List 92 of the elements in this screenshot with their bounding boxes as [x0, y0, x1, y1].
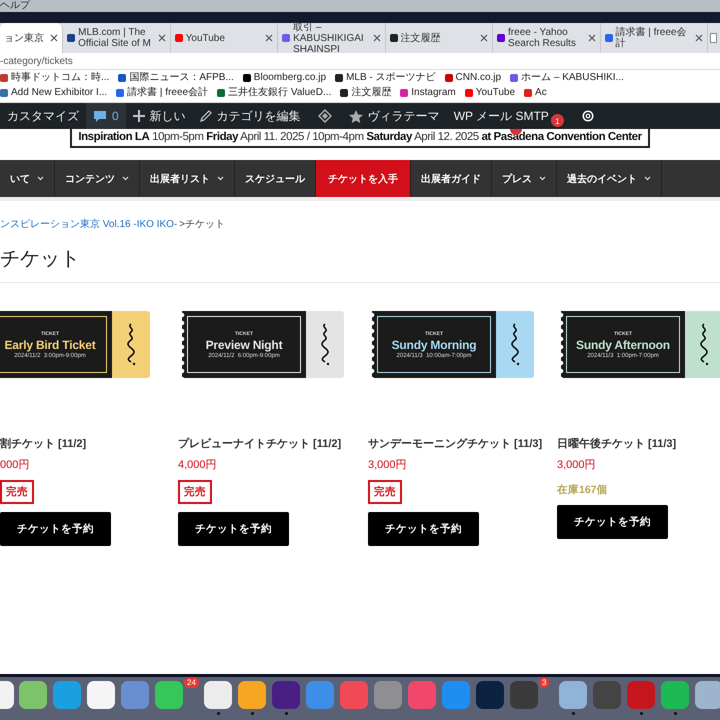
close-icon[interactable] — [694, 34, 703, 42]
ticket-title: Sundy Afternoon — [576, 338, 670, 352]
comment-bubble-icon — [93, 110, 107, 122]
bookmark-link[interactable]: Bloomberg.co.jp — [242, 71, 326, 85]
bookmark-link[interactable]: YouTube — [464, 86, 516, 100]
browser-tab[interactable]: ョン東京 — [0, 23, 64, 53]
close-icon[interactable] — [265, 34, 274, 42]
sold-out-badge: 完売 — [368, 480, 402, 504]
app-icon[interactable] — [87, 681, 115, 709]
product-price: 000円 — [0, 458, 30, 472]
reserve-button[interactable]: チケットを予約 — [557, 505, 668, 539]
reserve-button[interactable]: チケットを予約 — [368, 512, 479, 546]
sold-out-badge: 完売 — [178, 480, 212, 504]
admin-menu-item[interactable]: ヴィラテーマ — [342, 103, 447, 129]
tab-title: YouTube — [186, 32, 226, 44]
bookmark-link[interactable]: 請求書 | freee会計 — [116, 86, 208, 100]
notification-badge: 3 — [539, 677, 550, 688]
admin-menu-item[interactable]: カテゴリを編集 — [192, 103, 308, 129]
tab-title: 注文履歴 — [400, 32, 442, 44]
script-logo-icon — [509, 322, 521, 368]
reserve-button[interactable]: チケットを予約 — [0, 512, 111, 546]
breadcrumb-link[interactable]: ンスピレーション東京 Vol.16 -IKO IKO- — [0, 217, 178, 231]
browser-tab[interactable]: YouTube — [170, 23, 278, 53]
stock-status: 在庫167個 — [557, 483, 608, 497]
pencil-icon — [200, 110, 212, 122]
sold-out-badge: 完売 — [0, 480, 34, 504]
star-icon — [348, 110, 363, 122]
bookmark-link[interactable]: 三井住友銀行 ValueD... — [217, 86, 332, 100]
product-name[interactable]: プレビューナイトチケット [11/2] — [178, 436, 342, 451]
bookmark-link[interactable]: 国際ニュース：AFPB... — [118, 71, 234, 85]
bookmark-link[interactable]: Add New Exhibitor I... — [0, 86, 108, 100]
bookmark-link[interactable]: MLB - スポーツナビ — [335, 71, 436, 85]
bookmark-link[interactable]: ホーム – KABUSHIKI... — [510, 71, 624, 85]
close-icon[interactable] — [480, 34, 488, 42]
close-icon[interactable] — [158, 34, 166, 42]
page-icon — [710, 33, 718, 43]
nav-menu-item[interactable]: いて — [0, 160, 55, 197]
breadcrumb-current: >チケット — [179, 218, 226, 231]
nav-menu-item[interactable]: コンテンツ — [55, 160, 140, 197]
reserve-button[interactable]: チケットを予約 — [178, 512, 289, 546]
plus-icon — [132, 110, 145, 122]
close-icon[interactable] — [588, 34, 596, 42]
nav-menu-item[interactable]: 出展者リスト — [140, 160, 235, 197]
product-name[interactable]: 割チケット [11/2] — [0, 436, 86, 451]
app-icon[interactable] — [238, 681, 266, 709]
app-icon[interactable] — [155, 681, 183, 709]
product-price: 4,000円 — [178, 458, 217, 472]
admin-menu-item[interactable]: WP メール SMTP 1 — [446, 103, 571, 129]
bookmark-link[interactable]: CNN.co.jp — [444, 71, 502, 85]
browser-tab[interactable]: 請求書 | freee会計 — [600, 23, 708, 53]
url-field[interactable]: -category/tickets — [0, 56, 73, 66]
app-icon[interactable] — [0, 681, 14, 709]
bookmark-link[interactable]: 時事ドットコム：時... — [0, 71, 110, 85]
nav-menu-item[interactable]: プレス — [492, 160, 557, 197]
tab-title: MLB.com | The Official Site of M — [78, 27, 152, 49]
bookmark-link[interactable]: Instagram — [400, 86, 456, 100]
page-title: チケット — [0, 247, 81, 272]
product-price: 3,000円 — [557, 458, 596, 472]
script-logo-icon — [125, 322, 137, 368]
product-price: 3,000円 — [368, 458, 407, 472]
admin-menu-item[interactable]: 0 — [86, 103, 126, 129]
close-icon[interactable] — [50, 34, 58, 42]
tab-title: 取引 – KABUSHIKIGAISHAINSPI — [293, 22, 365, 54]
script-logo-icon — [698, 322, 710, 368]
admin-menu-item[interactable]: 新しい — [126, 103, 193, 129]
app-icon[interactable] — [695, 681, 720, 709]
bookmark-link[interactable]: Ac — [524, 86, 547, 100]
close-icon[interactable] — [372, 34, 381, 42]
app-icon[interactable] — [476, 681, 504, 709]
admin-menu-item[interactable]: カスタマイズ — [0, 103, 86, 129]
ticket-title: Sundy Morning — [392, 338, 476, 352]
ticket-title: Preview Night — [206, 338, 282, 352]
tab-title: 請求書 | freee会計 — [616, 27, 688, 49]
nav-menu-item[interactable]: チケットを入手 — [316, 160, 411, 197]
event-banner: Inspiration LA 10pm-5pm Friday April 11. 2025 / 10pm-4pm Saturday April 12. 2025 at Pasadena Convention Center — [70, 129, 650, 148]
product-name[interactable]: 日曜午後チケット [11/3] — [557, 436, 676, 451]
notification-badge: 1 — [550, 114, 564, 127]
app-icon[interactable] — [19, 681, 47, 709]
app-icon[interactable] — [559, 681, 587, 709]
tab-title: freee - Yahoo Search Results — [508, 27, 577, 49]
tab-title: ョン東京 — [4, 32, 45, 44]
app-icon[interactable] — [204, 681, 232, 709]
product-name[interactable]: サンデーモーニングチケット [11/3] — [368, 436, 542, 451]
notification-badge: 24 — [184, 677, 199, 688]
gear-icon[interactable] — [580, 109, 595, 123]
app-icon[interactable] — [661, 681, 689, 709]
ticket-title: Early Bird Ticket — [4, 338, 96, 352]
nav-menu-item[interactable]: 出展者ガイド — [411, 160, 492, 197]
bookmark-link[interactable]: 注文履歴 — [340, 86, 392, 100]
nav-menu-item[interactable]: 過去のイベント — [557, 160, 662, 197]
diamond-icon[interactable] — [318, 109, 332, 123]
script-logo-icon — [319, 322, 331, 368]
